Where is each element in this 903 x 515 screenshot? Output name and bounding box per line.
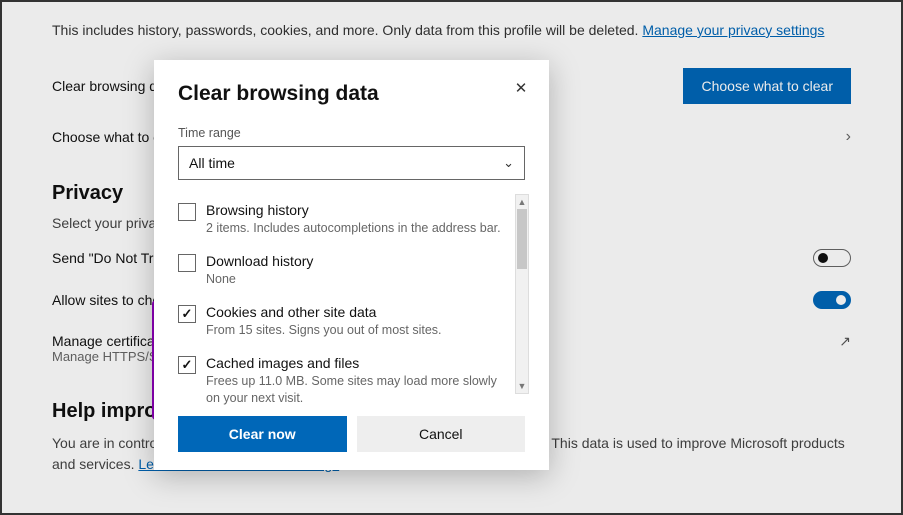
checkbox-cached[interactable] xyxy=(178,356,196,374)
choose-what-to-clear-button[interactable]: Choose what to clear xyxy=(683,68,851,104)
option-title: Cookies and other site data xyxy=(206,304,442,320)
option-cookies[interactable]: Cookies and other site data From 15 site… xyxy=(178,296,513,347)
option-desc: 2 items. Includes autocompletions in the… xyxy=(206,220,501,237)
clear-browsing-data-dialog: ✕ Clear browsing data Time range All tim… xyxy=(154,60,549,470)
clear-now-button[interactable]: Clear now xyxy=(178,416,347,452)
option-title: Browsing history xyxy=(206,202,501,218)
dnt-toggle[interactable] xyxy=(813,249,851,267)
scroll-down-icon[interactable]: ▼ xyxy=(516,379,528,393)
allow-sites-toggle[interactable] xyxy=(813,291,851,309)
close-icon[interactable]: ✕ xyxy=(507,74,535,102)
option-title: Download history xyxy=(206,253,313,269)
option-download-history[interactable]: Download history None xyxy=(178,245,513,296)
manage-privacy-link[interactable]: Manage your privacy settings xyxy=(642,22,824,38)
checkbox-download-history[interactable] xyxy=(178,254,196,272)
external-link-icon: ↗ xyxy=(839,333,851,350)
intro-text: This includes history, passwords, cookie… xyxy=(52,22,851,38)
chevron-right-icon: › xyxy=(846,128,851,146)
scrollbar[interactable]: ▲ ▼ xyxy=(515,194,529,394)
scroll-up-icon[interactable]: ▲ xyxy=(516,195,528,209)
options-list: ▲ ▼ Browsing history 2 items. Includes a… xyxy=(178,194,525,394)
option-browsing-history[interactable]: Browsing history 2 items. Includes autoc… xyxy=(178,194,513,245)
dialog-title: Clear browsing data xyxy=(178,82,525,106)
time-range-label: Time range xyxy=(178,126,525,140)
time-range-value: All time xyxy=(189,155,235,171)
option-desc: Frees up 11.0 MB. Some sites may load mo… xyxy=(206,373,513,407)
option-desc: From 15 sites. Signs you out of most sit… xyxy=(206,322,442,339)
cancel-button[interactable]: Cancel xyxy=(357,416,526,452)
scroll-thumb[interactable] xyxy=(517,209,527,269)
checkbox-browsing-history[interactable] xyxy=(178,203,196,221)
time-range-select[interactable]: All time ⌄ xyxy=(178,146,525,180)
option-desc: None xyxy=(206,271,313,288)
option-title: Cached images and files xyxy=(206,355,513,371)
checkbox-cookies[interactable] xyxy=(178,305,196,323)
intro-text-span: This includes history, passwords, cookie… xyxy=(52,22,642,38)
chevron-down-icon: ⌄ xyxy=(503,155,514,171)
option-cached[interactable]: Cached images and files Frees up 11.0 MB… xyxy=(178,347,513,415)
